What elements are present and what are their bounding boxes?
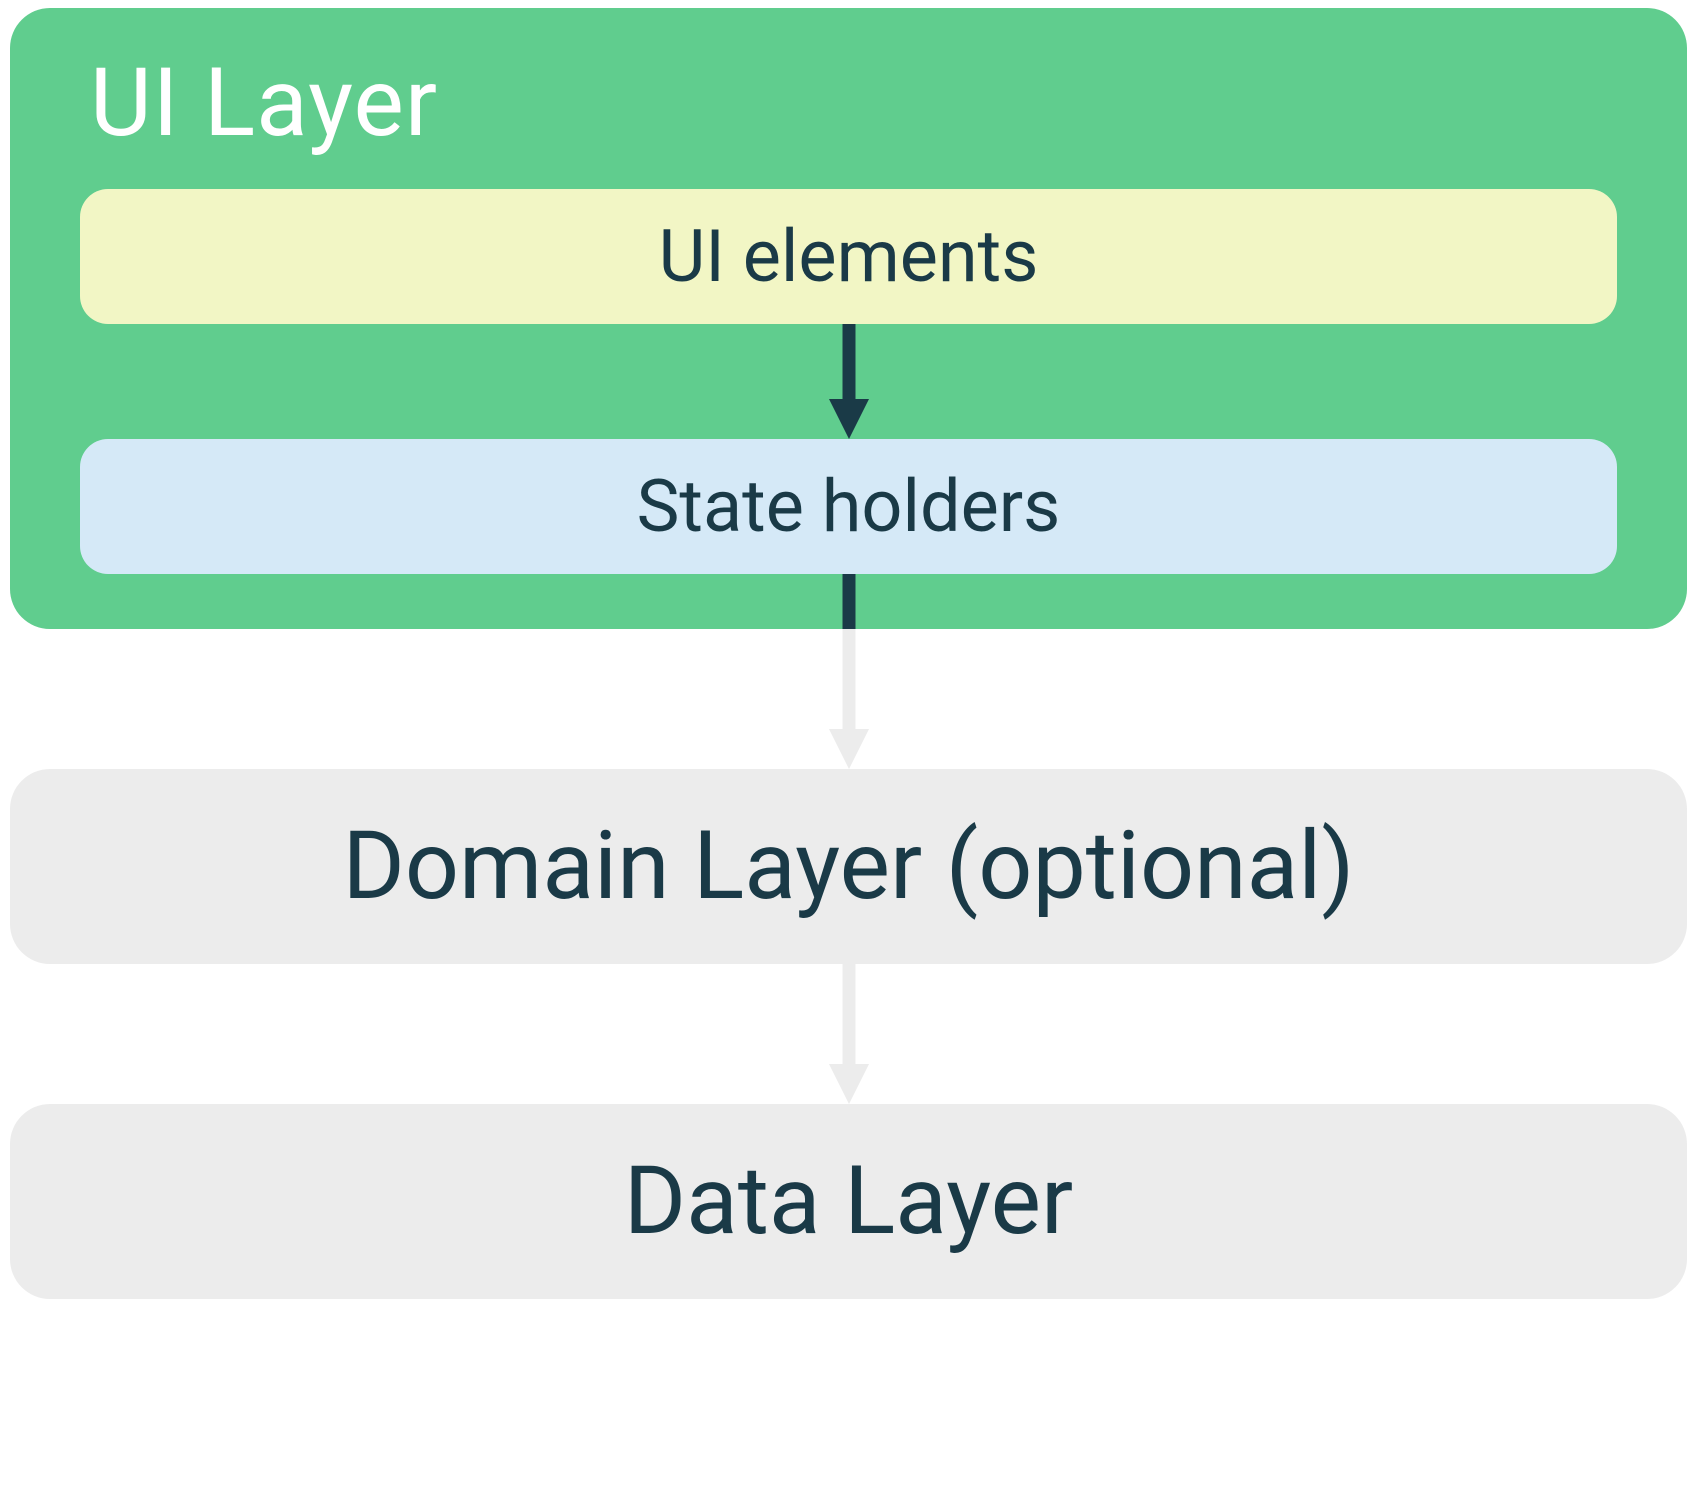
arrow-ui-to-state [80,324,1617,439]
state-holders-label: State holders [637,464,1061,549]
data-layer-box: Data Layer [10,1104,1687,1299]
domain-layer-label: Domain Layer (optional) [343,811,1355,922]
ui-layer-container: UI Layer UI elements State holders [10,8,1687,629]
ui-elements-label: UI elements [659,214,1039,299]
domain-layer-box: Domain Layer (optional) [10,769,1687,964]
arrow-ui-to-domain [824,629,874,769]
ui-layer-title: UI Layer [80,48,1617,189]
arrow-state-out [80,574,1617,629]
ui-elements-box: UI elements [80,189,1617,324]
state-holders-box: State holders [80,439,1617,574]
arrow-domain-to-data [824,964,874,1104]
data-layer-label: Data Layer [624,1146,1073,1257]
